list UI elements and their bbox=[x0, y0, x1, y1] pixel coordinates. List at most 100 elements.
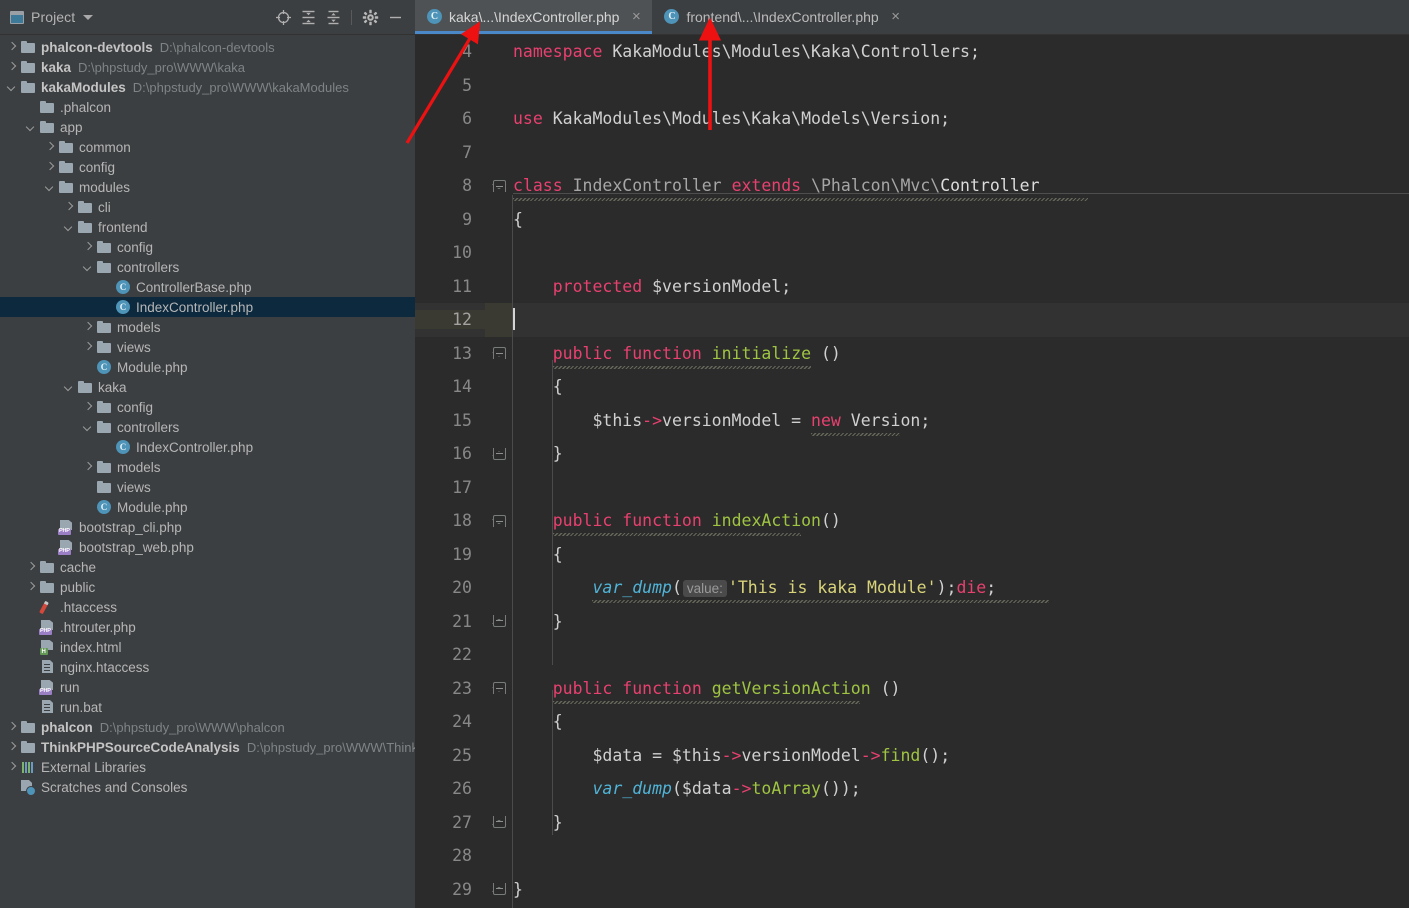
chevron-down-icon[interactable] bbox=[63, 382, 74, 393]
chevron-down-icon[interactable] bbox=[83, 14, 94, 20]
tree-node-run[interactable]: run bbox=[0, 677, 415, 697]
editor-tab-0[interactable]: Ckaka\...\IndexController.php × bbox=[415, 0, 653, 34]
tree-node-views[interactable]: views bbox=[0, 477, 415, 497]
tree-node-controllerbase-php[interactable]: ControllerBase.php bbox=[0, 277, 415, 297]
tree-node-bootstrap-web-php[interactable]: bootstrap_web.php bbox=[0, 537, 415, 557]
code-line-4[interactable]: 4 namespace KakaModules\Modules\Kaka\Cont… bbox=[415, 35, 1409, 69]
code-line-6[interactable]: 6 use KakaModules\Modules\Kaka\Models\Ver… bbox=[415, 102, 1409, 136]
project-tree[interactable]: phalcon-devtools D:\phalcon-devtools kaka D… bbox=[0, 35, 415, 908]
fold-end-icon[interactable] bbox=[492, 816, 506, 829]
code-line-22[interactable]: 22 bbox=[415, 638, 1409, 672]
tree-node-kaka[interactable]: kaka D:\phpstudy_pro\WWW\kaka bbox=[0, 57, 415, 77]
tree-node-common[interactable]: common bbox=[0, 137, 415, 157]
tree-node-config[interactable]: config bbox=[0, 157, 415, 177]
fold-gutter[interactable] bbox=[485, 437, 513, 471]
code-editor[interactable]: 4 namespace KakaModules\Modules\Kaka\Cont… bbox=[415, 35, 1409, 908]
fold-gutter[interactable] bbox=[485, 303, 513, 337]
code-line-10[interactable]: 10 bbox=[415, 236, 1409, 270]
tree-node--phalcon[interactable]: .phalcon bbox=[0, 97, 415, 117]
fold-gutter[interactable] bbox=[485, 672, 513, 706]
tree-node-external-libraries[interactable]: External Libraries bbox=[0, 757, 415, 777]
chevron-right-icon[interactable] bbox=[82, 242, 93, 253]
gear-icon[interactable] bbox=[358, 5, 382, 29]
tree-node-models[interactable]: models bbox=[0, 317, 415, 337]
tree-node-config[interactable]: config bbox=[0, 397, 415, 417]
fold-gutter[interactable] bbox=[485, 35, 513, 69]
tree-node-nginx-htaccess[interactable]: nginx.htaccess bbox=[0, 657, 415, 677]
fold-gutter[interactable] bbox=[485, 638, 513, 672]
code-line-26[interactable]: 26 var_dump($data->toArray()); bbox=[415, 772, 1409, 806]
fold-gutter[interactable] bbox=[485, 571, 513, 605]
code-line-25[interactable]: 25 $data = $this->versionModel->find(); bbox=[415, 739, 1409, 773]
chevron-right-icon[interactable] bbox=[25, 562, 36, 573]
fold-collapse-icon[interactable] bbox=[492, 514, 506, 527]
tree-node-phalcon[interactable]: phalcon D:\phpstudy_pro\WWW\phalcon bbox=[0, 717, 415, 737]
fold-gutter[interactable] bbox=[485, 538, 513, 572]
fold-gutter[interactable] bbox=[485, 236, 513, 270]
fold-end-icon[interactable] bbox=[492, 883, 506, 896]
project-tool-window-selector[interactable]: Project bbox=[10, 9, 94, 25]
tree-node-thinkphpsourcecodeanalysis[interactable]: ThinkPHPSourceCodeAnalysis D:\phpstudy_pr… bbox=[0, 737, 415, 757]
chevron-right-icon[interactable] bbox=[6, 62, 17, 73]
chevron-right-icon[interactable] bbox=[6, 42, 17, 53]
code-line-27[interactable]: 27 } bbox=[415, 806, 1409, 840]
editor-tab-1[interactable]: Cfrontend\...\IndexController.php × bbox=[652, 0, 911, 34]
fold-gutter[interactable] bbox=[485, 69, 513, 103]
tree-node--htaccess[interactable]: .htaccess bbox=[0, 597, 415, 617]
fold-gutter[interactable] bbox=[485, 739, 513, 773]
code-line-16[interactable]: 16 } bbox=[415, 437, 1409, 471]
chevron-down-icon[interactable] bbox=[63, 222, 74, 233]
tree-node-frontend[interactable]: frontend bbox=[0, 217, 415, 237]
chevron-right-icon[interactable] bbox=[6, 762, 17, 773]
fold-gutter[interactable] bbox=[485, 169, 513, 203]
chevron-down-icon[interactable] bbox=[44, 182, 55, 193]
fold-gutter[interactable] bbox=[485, 370, 513, 404]
tree-node-views[interactable]: views bbox=[0, 337, 415, 357]
fold-end-icon[interactable] bbox=[492, 447, 506, 460]
tree-node-run-bat[interactable]: run.bat bbox=[0, 697, 415, 717]
tree-node--htrouter-php[interactable]: .htrouter.php bbox=[0, 617, 415, 637]
code-line-9[interactable]: 9{ bbox=[415, 203, 1409, 237]
tree-node-cli[interactable]: cli bbox=[0, 197, 415, 217]
tree-node-bootstrap-cli-php[interactable]: bootstrap_cli.php bbox=[0, 517, 415, 537]
close-icon[interactable]: × bbox=[889, 9, 903, 24]
chevron-right-icon[interactable] bbox=[6, 742, 17, 753]
code-line-29[interactable]: 29} bbox=[415, 873, 1409, 907]
tree-node-kaka[interactable]: kaka bbox=[0, 377, 415, 397]
chevron-right-icon[interactable] bbox=[82, 402, 93, 413]
code-line-11[interactable]: 11 protected $versionModel; bbox=[415, 270, 1409, 304]
tree-node-controllers[interactable]: controllers bbox=[0, 257, 415, 277]
fold-collapse-icon[interactable] bbox=[492, 347, 506, 360]
tree-node-index-html[interactable]: index.html bbox=[0, 637, 415, 657]
chevron-down-icon[interactable] bbox=[25, 122, 36, 133]
fold-gutter[interactable] bbox=[485, 806, 513, 840]
fold-gutter[interactable] bbox=[485, 270, 513, 304]
tree-node-module-php[interactable]: Module.php bbox=[0, 497, 415, 517]
fold-gutter[interactable] bbox=[485, 471, 513, 505]
code-line-12[interactable]: 12 bbox=[415, 303, 1409, 337]
fold-gutter[interactable] bbox=[485, 839, 513, 873]
code-line-17[interactable]: 17 bbox=[415, 471, 1409, 505]
code-line-24[interactable]: 24 { bbox=[415, 705, 1409, 739]
tree-node-controllers[interactable]: controllers bbox=[0, 417, 415, 437]
code-line-7[interactable]: 7 bbox=[415, 136, 1409, 170]
fold-gutter[interactable] bbox=[485, 337, 513, 371]
tree-node-public[interactable]: public bbox=[0, 577, 415, 597]
tree-node-models[interactable]: models bbox=[0, 457, 415, 477]
close-icon[interactable]: × bbox=[629, 9, 643, 24]
fold-gutter[interactable] bbox=[485, 504, 513, 538]
fold-gutter[interactable] bbox=[485, 102, 513, 136]
chevron-down-icon[interactable] bbox=[82, 422, 93, 433]
chevron-down-icon[interactable] bbox=[6, 82, 17, 93]
chevron-right-icon[interactable] bbox=[25, 582, 36, 593]
chevron-right-icon[interactable] bbox=[63, 202, 74, 213]
tree-node-modules[interactable]: modules bbox=[0, 177, 415, 197]
tree-node-kakamodules[interactable]: kakaModules D:\phpstudy_pro\WWW\kakaModul… bbox=[0, 77, 415, 97]
code-line-28[interactable]: 28 bbox=[415, 839, 1409, 873]
minimize-icon[interactable] bbox=[383, 5, 407, 29]
tree-node-phalcon-devtools[interactable]: phalcon-devtools D:\phalcon-devtools bbox=[0, 37, 415, 57]
chevron-down-icon[interactable] bbox=[82, 262, 93, 273]
tree-node-scratches-and-consoles[interactable]: Scratches and Consoles bbox=[0, 777, 415, 797]
collapse-all-icon[interactable] bbox=[321, 5, 345, 29]
tree-node-app[interactable]: app bbox=[0, 117, 415, 137]
